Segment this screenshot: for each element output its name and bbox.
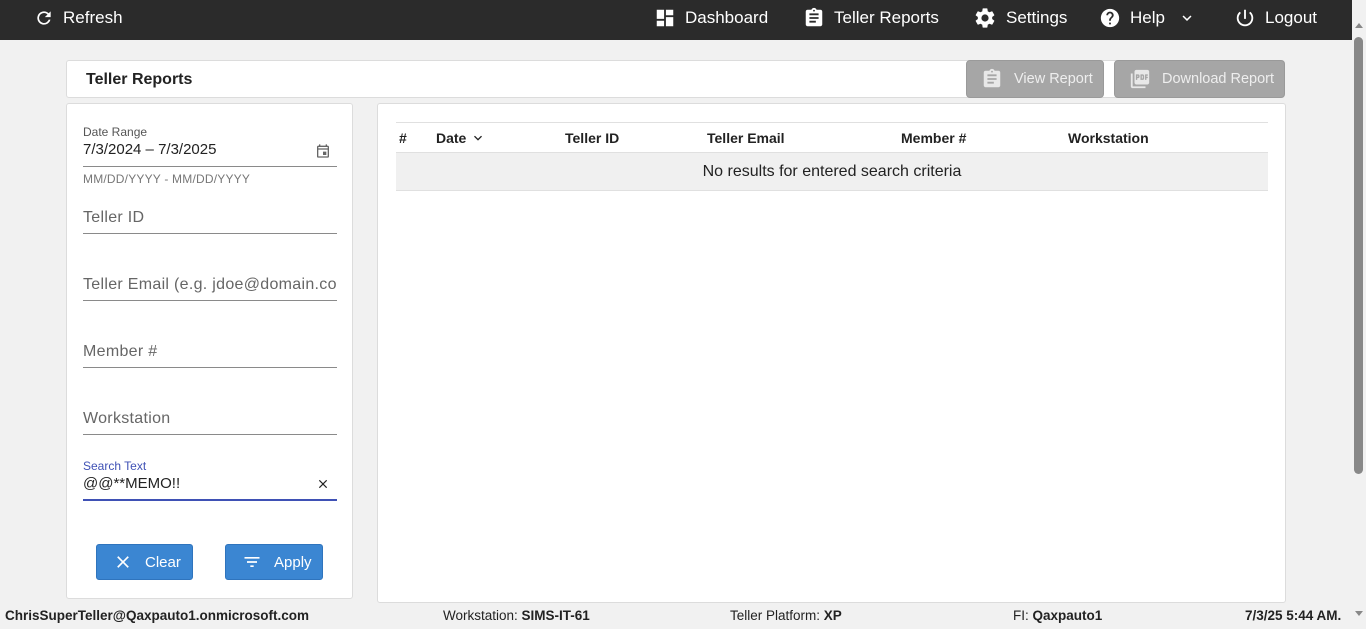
- help-menu-button[interactable]: Help: [1099, 0, 1196, 36]
- footer-fi-value: Qaxpauto1: [1032, 608, 1103, 623]
- empty-results-row: No results for entered search criteria: [396, 153, 1268, 191]
- clear-button[interactable]: Clear: [96, 544, 193, 580]
- teller-email-input[interactable]: Teller Email (e.g. jdoe@domain.com): [83, 276, 337, 294]
- scroll-up-arrow-icon[interactable]: [1355, 23, 1363, 28]
- dashboard-label: Dashboard: [685, 8, 769, 27]
- view-report-button[interactable]: View Report: [966, 60, 1104, 98]
- column-header-teller-email[interactable]: Teller Email: [707, 130, 785, 146]
- teller-id-input[interactable]: Teller ID: [83, 209, 337, 227]
- teller-id-underline: [83, 233, 337, 234]
- page-scrollbar[interactable]: [1352, 0, 1366, 629]
- member-number-underline: [83, 367, 337, 368]
- help-label: Help: [1130, 8, 1165, 27]
- search-text-underline: [83, 499, 337, 501]
- footer-workstation-label: Workstation:: [443, 608, 518, 623]
- empty-results-message: No results for entered search criteria: [702, 162, 962, 180]
- settings-nav-button[interactable]: Settings: [973, 0, 1067, 36]
- close-icon: [117, 556, 129, 568]
- logout-button[interactable]: Logout: [1234, 0, 1317, 36]
- teller-reports-nav-button[interactable]: Teller Reports: [803, 0, 939, 36]
- clipboard-icon: [805, 7, 823, 27]
- status-footer: ChrisSuperTeller@Qaxpauto1.onmicrosoft.c…: [0, 604, 1352, 629]
- sort-descending-icon: [474, 135, 483, 141]
- search-text-input[interactable]: @@**MEMO!!: [83, 475, 337, 492]
- search-text-label: Search Text: [83, 459, 147, 473]
- clear-label: Clear: [145, 553, 181, 571]
- chevron-down-icon: [1182, 15, 1192, 21]
- date-range-input[interactable]: 7/3/2024 – 7/3/2025: [83, 141, 337, 158]
- apply-button[interactable]: Apply: [225, 544, 323, 580]
- search-text-field[interactable]: Search Text @@**MEMO!!: [83, 459, 337, 501]
- clear-search-icon[interactable]: [316, 477, 330, 491]
- download-report-button[interactable]: Download Report: [1114, 60, 1285, 98]
- table-header: # Date Teller ID Teller Email Member # W…: [396, 122, 1268, 153]
- column-header-label: Workstation: [1068, 130, 1149, 146]
- column-header-date[interactable]: Date: [436, 130, 486, 146]
- footer-fi-label: FI:: [1013, 608, 1029, 623]
- member-number-input[interactable]: Member #: [83, 343, 337, 361]
- column-header-number[interactable]: #: [399, 130, 407, 146]
- teller-id-field[interactable]: Teller ID: [83, 209, 337, 235]
- refresh-label: Refresh: [63, 8, 123, 27]
- page-title: Teller Reports: [86, 71, 193, 88]
- filter-icon: [244, 557, 260, 567]
- footer-user: ChrisSuperTeller@Qaxpauto1.onmicrosoft.c…: [5, 608, 309, 623]
- apply-label: Apply: [274, 553, 312, 571]
- date-range-label: Date Range: [83, 125, 148, 139]
- help-icon: [1100, 8, 1120, 28]
- column-header-label: Teller ID: [565, 130, 620, 146]
- dashboard-icon: [656, 9, 674, 27]
- view-report-label: View Report: [1014, 71, 1093, 87]
- column-header-label: Member #: [901, 130, 967, 146]
- scroll-down-arrow-icon[interactable]: [1355, 611, 1363, 616]
- refresh-icon: [37, 11, 51, 25]
- column-header-label: Teller Email: [707, 130, 785, 146]
- power-icon: [1236, 9, 1254, 27]
- date-range-field[interactable]: Date Range 7/3/2024 – 7/3/2025 MM/DD/YYY…: [83, 125, 337, 195]
- workstation-input[interactable]: Workstation: [83, 410, 337, 428]
- footer-workstation-value: SIMS-IT-61: [521, 608, 590, 623]
- results-panel: # Date Teller ID Teller Email Member # W…: [377, 103, 1286, 603]
- workstation-field[interactable]: Workstation: [83, 410, 337, 436]
- results-table: # Date Teller ID Teller Email Member # W…: [396, 122, 1268, 191]
- teller-email-underline: [83, 300, 337, 301]
- footer-platform: Teller Platform: XP: [730, 608, 842, 623]
- column-header-teller-id[interactable]: Teller ID: [565, 130, 619, 146]
- footer-workstation: Workstation: SIMS-IT-61: [443, 608, 590, 623]
- column-header-workstation[interactable]: Workstation: [1068, 130, 1149, 146]
- refresh-button[interactable]: Refresh: [34, 0, 123, 36]
- pdf-icon: [1130, 69, 1150, 89]
- download-report-label: Download Report: [1162, 71, 1275, 87]
- column-header-label: #: [399, 130, 407, 146]
- member-number-field[interactable]: Member #: [83, 343, 337, 369]
- footer-platform-label: Teller Platform:: [730, 608, 821, 623]
- date-range-underline: [83, 166, 337, 167]
- teller-email-field[interactable]: Teller Email (e.g. jdoe@domain.com): [83, 276, 337, 302]
- dashboard-nav-button[interactable]: Dashboard: [654, 0, 768, 36]
- footer-datetime: 7/3/25 5:44 AM.: [1245, 608, 1342, 623]
- gear-icon: [975, 8, 995, 28]
- clipboard-icon: [983, 68, 1001, 88]
- footer-platform-value: XP: [823, 608, 842, 623]
- calendar-icon[interactable]: [315, 143, 331, 159]
- date-range-hint: MM/DD/YYYY - MM/DD/YYYY: [83, 172, 251, 186]
- page-header: Teller Reports View Report Download Repo…: [66, 60, 1285, 98]
- column-header-member[interactable]: Member #: [901, 130, 966, 146]
- filter-panel: Date Range 7/3/2024 – 7/3/2025 MM/DD/YYY…: [66, 103, 353, 599]
- logout-label: Logout: [1265, 8, 1317, 27]
- teller-reports-label: Teller Reports: [834, 8, 939, 27]
- settings-label: Settings: [1006, 8, 1068, 27]
- column-header-label: Date: [436, 130, 467, 146]
- top-nav-bar: Refresh Dashboard Teller Reports Setting…: [0, 0, 1366, 40]
- scrollbar-thumb[interactable]: [1354, 37, 1363, 474]
- workstation-underline: [83, 434, 337, 435]
- footer-fi: FI: Qaxpauto1: [1013, 608, 1102, 623]
